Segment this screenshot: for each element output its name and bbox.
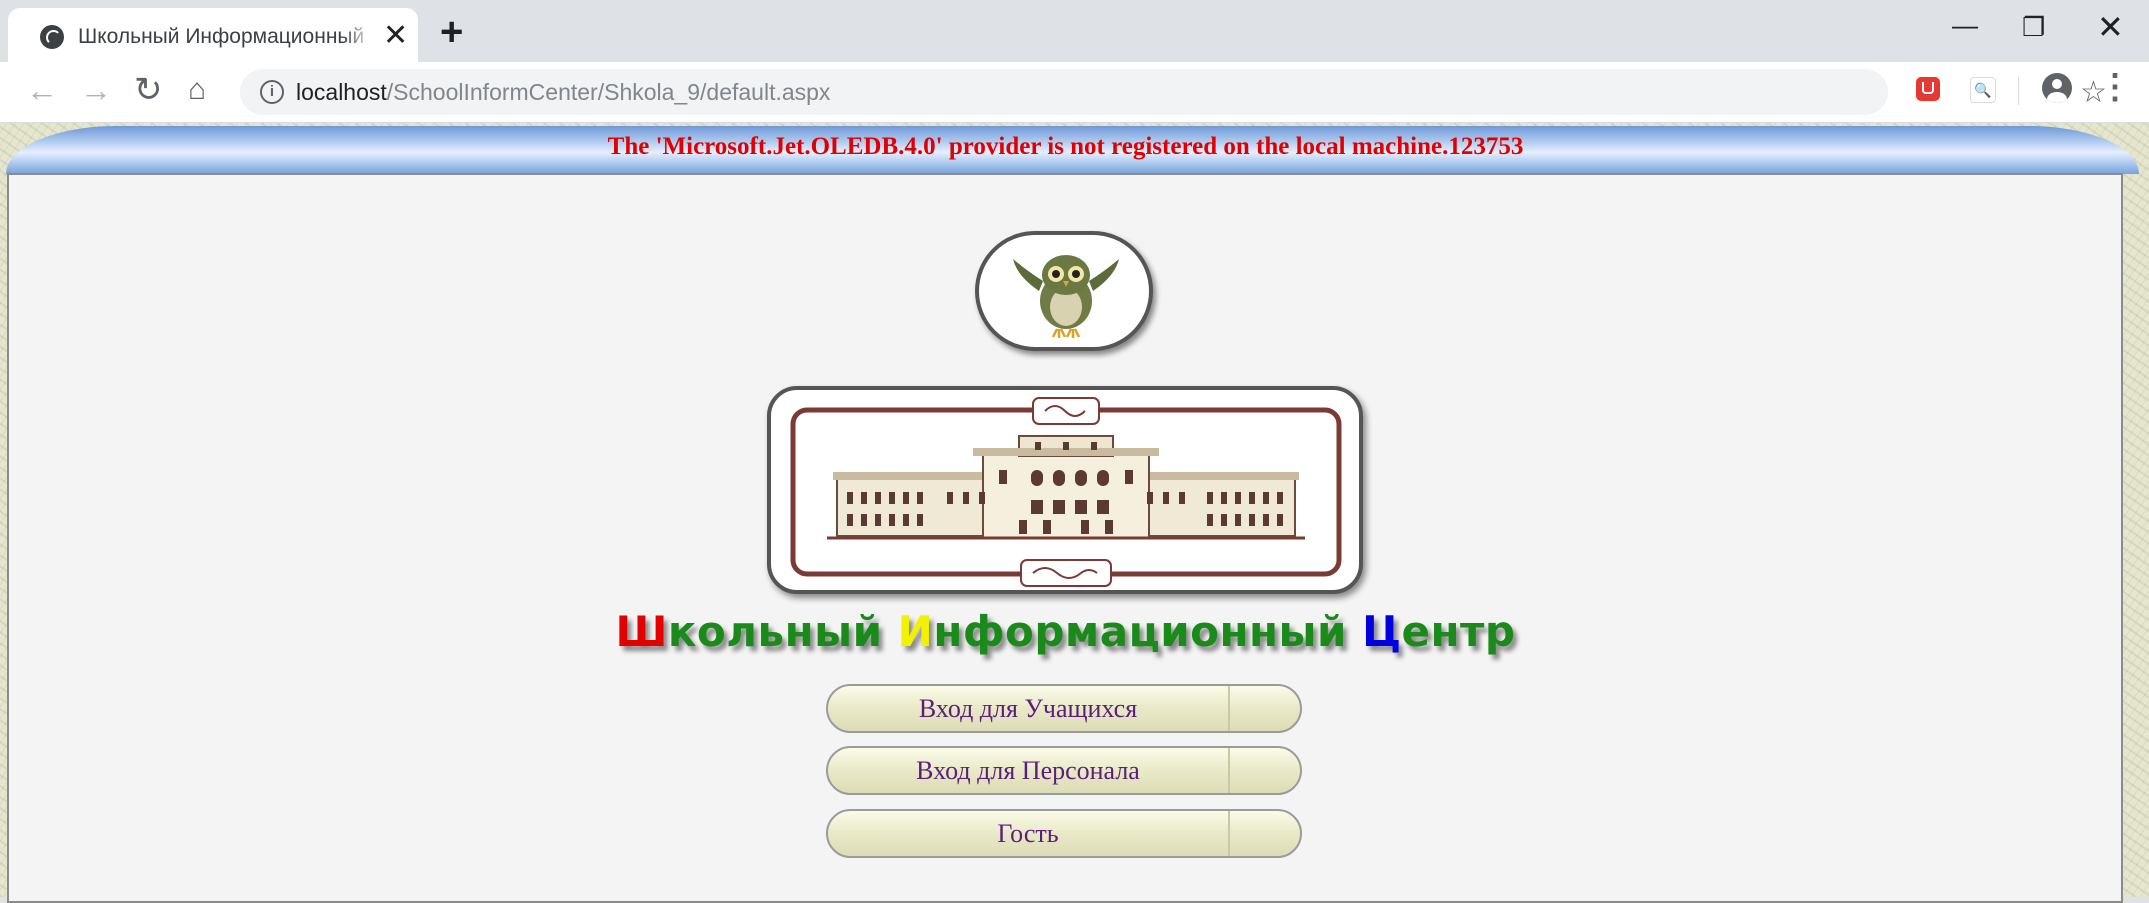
info-icon[interactable]: i [260,80,284,104]
owl-icon [1013,255,1119,338]
title-word-2: нформационный [933,607,1363,656]
title-word-1: кольный [667,607,898,656]
button-separator [1228,748,1230,793]
url-path: /SchoolInformCenter/Shkola_9/default.asp… [386,79,831,105]
search-extension-icon[interactable]: 🔍 [1970,77,1996,103]
school-logo [767,386,1363,594]
url-text[interactable]: localhost/SchoolInformCenter/Shkola_9/de… [296,79,830,106]
menu-icon[interactable]: ⋮ [2098,70,2132,104]
minimize-button[interactable]: — [1952,10,1978,40]
browser-tab[interactable]: Школьный Информационный Центр ✕ [8,8,418,62]
staff-login-label: Вход для Персонала [916,756,1140,785]
toolbar-divider [2018,77,2019,105]
tab-title: Школьный Информационный Центр [78,25,373,48]
student-login-button[interactable]: Вход для Учащихся [826,684,1302,733]
error-message: The 'Microsoft.Jet.OLEDB.4.0' provider i… [607,133,1524,160]
profile-icon[interactable] [2042,73,2072,103]
school-building-icon [790,397,1342,587]
title-letter-ts: Ц [1362,607,1402,656]
owl-logo [975,231,1153,351]
site-title: Школьный Информационный Центр [0,607,2131,656]
back-button[interactable]: ← [26,70,58,110]
staff-login-button[interactable]: Вход для Персонала [826,746,1302,795]
forward-button[interactable]: → [80,70,112,110]
home-button[interactable]: ⌂ [188,70,206,110]
button-separator [1228,686,1230,731]
url-host: localhost [296,79,387,105]
title-letter-i: И [897,607,934,656]
browser-toolbar: ← → ↻ ⌂ i localhost/SchoolInformCenter/S… [0,62,2149,123]
new-tab-button[interactable]: + [440,12,463,52]
title-letter-sh: Ш [615,607,668,656]
reload-button[interactable]: ↻ [134,70,163,110]
button-separator [1228,811,1230,856]
guest-login-label: Гость [997,819,1059,848]
student-login-label: Вход для Учащихся [918,694,1138,723]
title-word-3: ентр [1401,607,1516,656]
close-tab-icon[interactable]: ✕ [383,21,408,51]
guest-login-button[interactable]: Гость [826,809,1302,858]
globe-icon [40,25,64,49]
tab-strip: Школьный Информационный Центр ✕ + — ❐ ✕ [0,0,2149,62]
pocket-extension-icon[interactable] [1916,77,1940,101]
address-bar[interactable]: i localhost/SchoolInformCenter/Shkola_9/… [240,69,2107,115]
close-window-button[interactable]: ✕ [2097,11,2124,43]
maximize-button[interactable]: ❐ [2022,12,2045,42]
